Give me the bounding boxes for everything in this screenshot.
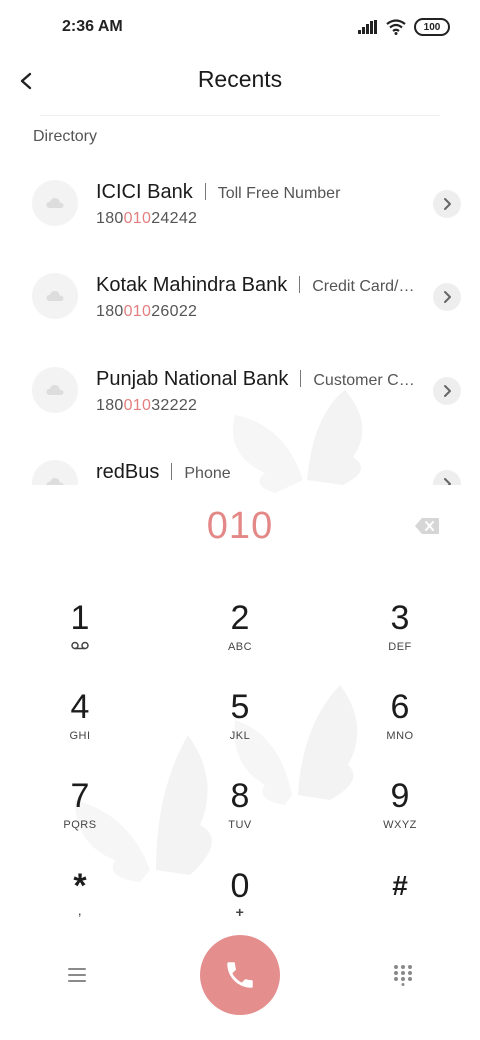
key-digit: * xyxy=(73,867,87,905)
header: Recents xyxy=(0,60,480,112)
number-suffix: 32222 xyxy=(151,397,198,414)
avatar xyxy=(32,180,78,226)
key-digit: 4 xyxy=(70,688,90,726)
key-digit: 2 xyxy=(230,599,250,637)
dial-input[interactable]: 010 xyxy=(0,505,480,548)
voicemail-icon xyxy=(71,641,89,650)
number-match: 010 xyxy=(123,210,152,227)
chevron-right-icon xyxy=(444,478,451,485)
key-hash[interactable]: # xyxy=(340,866,460,946)
chevron-right-icon xyxy=(444,385,451,397)
backspace-icon xyxy=(415,518,439,534)
key-3[interactable]: 3 DEF xyxy=(340,598,460,678)
key-6[interactable]: 6 MNO xyxy=(340,687,460,767)
key-1[interactable]: 1 xyxy=(20,598,140,678)
result-description: Customer C… xyxy=(313,372,415,389)
number-suffix: 26022 xyxy=(151,303,198,320)
result-number: 18001026022 xyxy=(96,303,197,321)
number-suffix: 24242 xyxy=(151,210,198,227)
key-digit: 5 xyxy=(230,688,250,726)
key-7[interactable]: 7 PQRS xyxy=(20,776,140,856)
key-letters: GHI xyxy=(69,730,91,742)
result-name: redBus xyxy=(96,461,160,483)
key-letters: ABC xyxy=(227,641,253,653)
key-digit: 8 xyxy=(230,777,250,815)
detail-button[interactable] xyxy=(433,190,461,218)
key-9[interactable]: 9 WXYZ xyxy=(340,776,460,856)
cloud-icon xyxy=(46,197,64,208)
number-match: 010 xyxy=(123,397,152,414)
key-8[interactable]: 8 TUV xyxy=(180,776,300,856)
key-0[interactable]: 0 + xyxy=(180,866,300,946)
result-number: 18001024242 xyxy=(96,210,197,228)
status-bar: 2:36 AM 100 xyxy=(0,0,480,56)
dialpad-toggle-button[interactable] xyxy=(392,964,414,986)
result-number: 18001032222 xyxy=(96,397,197,415)
list-item[interactable]: ICICI Bank Toll Free Number 18001024242 xyxy=(0,160,480,252)
separator xyxy=(300,370,302,387)
key-2[interactable]: 2 ABC xyxy=(180,598,300,678)
key-letters: WXYZ xyxy=(383,819,417,831)
cloud-icon xyxy=(46,477,64,485)
directory-results-list[interactable]: ICICI Bank Toll Free Number 18001024242 K… xyxy=(0,160,480,485)
result-description: Credit Card/… xyxy=(312,278,415,295)
avatar xyxy=(32,367,78,413)
detail-button[interactable] xyxy=(433,377,461,405)
status-icons: 100 xyxy=(358,18,450,36)
key-digit: 1 xyxy=(70,599,90,637)
cloud-icon xyxy=(46,290,64,301)
detail-button[interactable] xyxy=(433,283,461,311)
wifi-icon xyxy=(386,19,406,35)
key-letters: JKL xyxy=(229,730,251,742)
separator xyxy=(204,183,206,200)
list-item[interactable]: Punjab National Bank Customer C… 18001032… xyxy=(0,347,480,439)
separator xyxy=(299,276,301,293)
key-star[interactable]: * , xyxy=(20,866,140,946)
signal-icon xyxy=(358,20,377,34)
result-name: Punjab National Bank xyxy=(96,368,289,390)
key-letters: , xyxy=(77,902,83,918)
key-4[interactable]: 4 GHI xyxy=(20,687,140,767)
key-letters: MNO xyxy=(386,730,414,742)
page-title: Recents xyxy=(197,66,283,92)
number-match: 010 xyxy=(123,303,152,320)
key-digit: 9 xyxy=(390,777,410,815)
number-prefix: 180 xyxy=(96,303,124,320)
key-letters: + xyxy=(235,904,245,920)
call-button[interactable] xyxy=(200,935,280,1015)
list-item[interactable]: Kotak Mahindra Bank Credit Card/… 1800102… xyxy=(0,253,480,345)
menu-icon xyxy=(68,968,86,982)
number-prefix: 180 xyxy=(96,210,124,227)
battery-indicator: 100 xyxy=(414,18,450,36)
backspace-button[interactable] xyxy=(414,517,440,537)
detail-button[interactable] xyxy=(433,470,461,485)
avatar xyxy=(32,460,78,485)
chevron-right-icon xyxy=(444,291,451,303)
key-digit: 3 xyxy=(390,599,410,637)
result-description: Phone xyxy=(184,465,231,482)
avatar xyxy=(32,273,78,319)
key-digit: 7 xyxy=(70,777,90,815)
key-letters: PQRS xyxy=(63,819,97,831)
result-description: Toll Free Number xyxy=(217,185,341,202)
dialpad-icon xyxy=(394,965,412,986)
key-digit: 6 xyxy=(390,688,410,726)
result-name: Kotak Mahindra Bank xyxy=(96,274,288,296)
cloud-icon xyxy=(46,384,64,395)
status-time: 2:36 AM xyxy=(62,18,123,35)
key-letters: DEF xyxy=(388,641,412,653)
key-5[interactable]: 5 JKL xyxy=(180,687,300,767)
section-label-directory: Directory xyxy=(33,128,98,145)
phone-icon xyxy=(227,962,253,988)
key-letters: TUV xyxy=(228,819,252,831)
separator xyxy=(171,463,173,480)
header-divider xyxy=(40,115,440,116)
number-prefix: 180 xyxy=(96,397,124,414)
list-item[interactable]: redBus Phone xyxy=(0,440,480,485)
menu-button[interactable] xyxy=(66,965,90,985)
key-digit: # xyxy=(392,870,408,901)
result-name: ICICI Bank xyxy=(96,181,193,203)
key-digit: 0 xyxy=(230,867,250,905)
chevron-right-icon xyxy=(444,198,451,210)
